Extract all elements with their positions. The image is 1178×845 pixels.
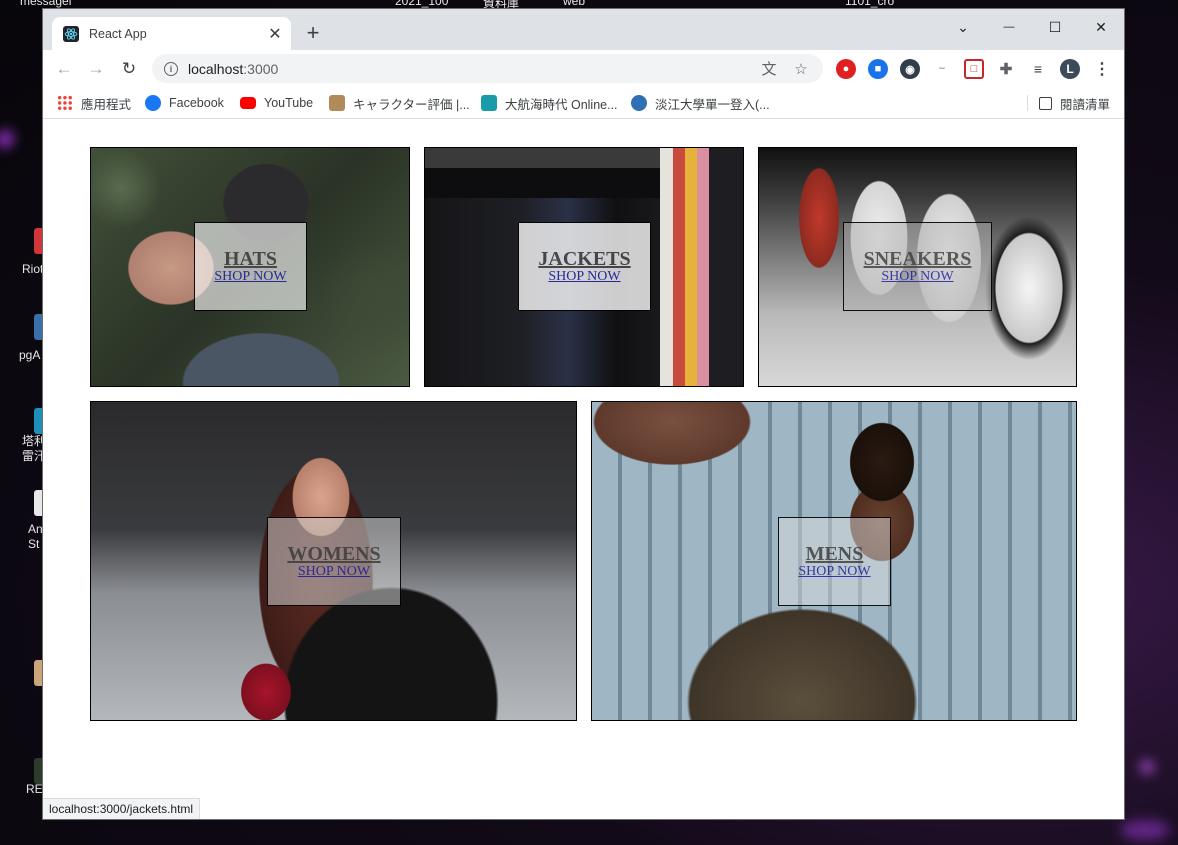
bookmark-tku-sso[interactable]: 淡江大學單一登入(... <box>631 93 770 113</box>
category-tile-jackets[interactable]: JACKETS SHOP NOW <box>424 147 744 387</box>
bookmark-star-icon[interactable]: ☆ <box>791 59 811 79</box>
university-icon <box>631 95 647 111</box>
category-title[interactable]: HATS <box>224 249 277 269</box>
bookmark-label: YouTube <box>264 96 314 110</box>
puzzle-extensions-icon[interactable]: ✚ <box>996 59 1016 79</box>
category-title[interactable]: SNEAKERS <box>864 249 972 269</box>
extension-icon[interactable]: ~ <box>932 59 952 79</box>
bookmark-facebook[interactable]: Facebook <box>145 93 224 113</box>
adblock-extension-icon[interactable]: ● <box>836 59 856 79</box>
shop-now-link[interactable]: SHOP NOW <box>214 269 286 285</box>
address-url[interactable]: localhost:3000 <box>188 61 759 77</box>
reading-list-label: 閱讀清單 <box>1060 97 1111 112</box>
category-label-box[interactable]: JACKETS SHOP NOW <box>518 222 651 311</box>
media-controls-icon[interactable]: ≡ <box>1028 59 1048 79</box>
forward-arrow-icon[interactable]: → <box>84 57 108 81</box>
close-window-button[interactable]: ✕ <box>1078 13 1124 41</box>
category-tile-womens[interactable]: WOMENS SHOP NOW <box>90 401 577 721</box>
translate-icon[interactable]: 文 <box>759 59 779 79</box>
bookmark-youtube[interactable]: YouTube <box>240 93 313 113</box>
reading-list-icon <box>1039 96 1052 110</box>
tab-title: React App <box>89 26 147 41</box>
desktop-shortcut-label: RE <box>26 782 43 796</box>
shop-now-link[interactable]: SHOP NOW <box>798 564 870 580</box>
character-site-icon <box>329 95 345 111</box>
youtube-icon <box>240 97 256 109</box>
desktop-file-label[interactable]: messagel <box>20 0 71 8</box>
desktop-shortcut-label: pgA <box>19 348 41 362</box>
category-label-box[interactable]: WOMENS SHOP NOW <box>267 517 401 606</box>
bookmark-character-rating[interactable]: キャラクター評価 |... <box>329 93 470 113</box>
bookmark-label: キャラクター評価 |... <box>353 97 470 112</box>
bookmark-label: 淡江大學單一登入(... <box>655 97 770 112</box>
category-tile-hats[interactable]: HATS SHOP NOW <box>90 147 410 387</box>
bookmarks-bar: 應用程式 Facebook YouTube キャラクター評価 |... 大航海時… <box>43 87 1124 119</box>
game-site-icon <box>481 95 497 111</box>
shop-now-link[interactable]: SHOP NOW <box>548 269 620 285</box>
category-title[interactable]: MENS <box>806 544 864 564</box>
bookmark-apps[interactable]: 應用程式 <box>57 93 131 113</box>
browser-toolbar: ← → ↻ i localhost:3000 文 ☆ ● ■ ◉ ~ □ ✚ ≡… <box>43 50 1124 87</box>
site-info-icon[interactable]: i <box>164 61 178 76</box>
facebook-icon <box>145 95 161 111</box>
bookmark-label: 大航海時代 Online... <box>505 97 618 112</box>
tab-search-chevron-down-icon[interactable]: ⌄ <box>940 13 986 41</box>
bookmark-daikoukai[interactable]: 大航海時代 Online... <box>481 93 618 113</box>
status-bar-link-preview: localhost:3000/jackets.html <box>43 798 201 819</box>
category-label-box[interactable]: SNEAKERS SHOP NOW <box>843 222 992 311</box>
reading-list-button[interactable]: 閱讀清單 <box>1039 93 1110 113</box>
category-tile-mens[interactable]: MENS SHOP NOW <box>591 401 1077 721</box>
browser-window: React App ✕ + ⌄ — ☐ ✕ ← → ↻ i localhost:… <box>43 9 1124 819</box>
category-title[interactable]: WOMENS <box>287 544 380 564</box>
maximize-button[interactable]: ☐ <box>1032 13 1078 41</box>
bookmark-label: Facebook <box>169 96 224 110</box>
apps-grid-icon <box>57 95 73 111</box>
react-favicon-icon <box>63 25 79 42</box>
profile-avatar[interactable]: L <box>1060 59 1080 79</box>
bookmark-label: 應用程式 <box>81 97 132 112</box>
extension-icon[interactable]: □ <box>964 59 984 79</box>
tab-strip: React App ✕ + ⌄ — ☐ ✕ <box>43 9 1124 50</box>
bookmark-extension-icon[interactable]: ■ <box>868 59 888 79</box>
new-tab-plus-icon[interactable]: + <box>302 22 324 45</box>
desktop-shortcut-label: Riot <box>22 262 44 276</box>
desktop-file-label[interactable]: 2021_100 <box>395 0 448 8</box>
menu-kebab-icon[interactable]: ⋮ <box>1092 59 1112 79</box>
shop-now-link[interactable]: SHOP NOW <box>881 269 953 285</box>
category-title[interactable]: JACKETS <box>538 249 630 269</box>
bookmarks-divider <box>1027 95 1028 111</box>
extension-icon[interactable]: ◉ <box>900 59 920 79</box>
back-arrow-icon[interactable]: ← <box>52 57 76 81</box>
minimize-button[interactable]: — <box>986 13 1032 41</box>
tab-react-app[interactable]: React App ✕ <box>52 17 291 50</box>
desktop-file-label[interactable]: 1101_cro <box>845 0 894 8</box>
address-bar[interactable]: i localhost:3000 文 ☆ <box>152 54 823 83</box>
close-tab-icon[interactable]: ✕ <box>265 24 285 44</box>
desktop-file-label[interactable]: web <box>563 0 585 8</box>
page-content: HATS SHOP NOW JACKETS SHOP NOW SNEAKERS … <box>43 120 1124 819</box>
reload-icon[interactable]: ↻ <box>117 57 141 81</box>
category-tile-sneakers[interactable]: SNEAKERS SHOP NOW <box>758 147 1077 387</box>
category-label-box[interactable]: MENS SHOP NOW <box>778 517 891 606</box>
category-label-box[interactable]: HATS SHOP NOW <box>194 222 307 311</box>
shop-now-link[interactable]: SHOP NOW <box>298 564 370 580</box>
